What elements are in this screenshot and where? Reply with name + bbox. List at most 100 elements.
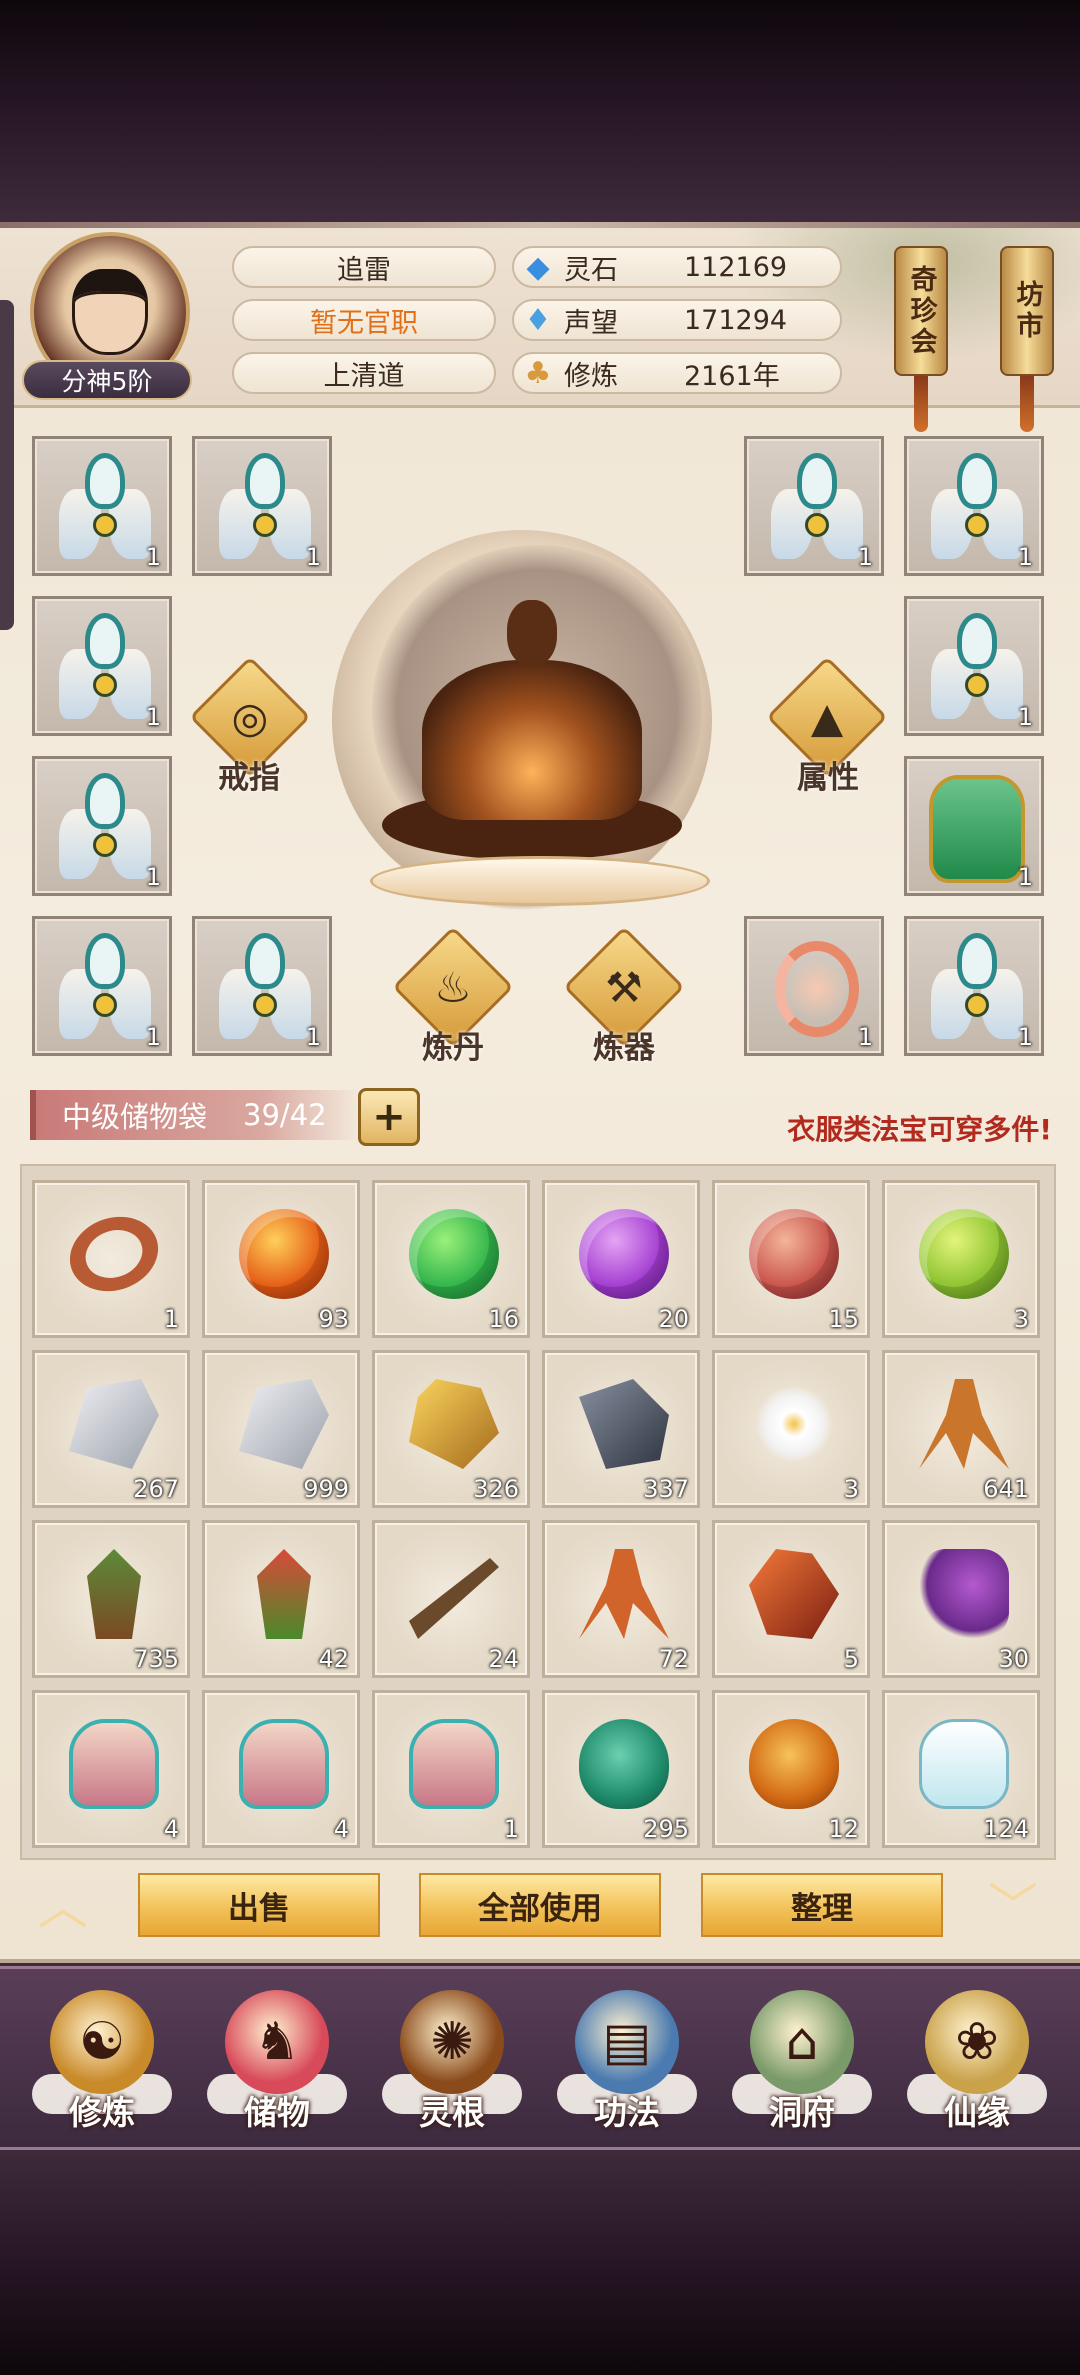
prestige-icon: ♦ — [524, 302, 552, 338]
robe-collar — [957, 453, 997, 509]
item-count: 295 — [643, 1815, 689, 1843]
slot-count: 1 — [145, 703, 161, 731]
inventory-item[interactable]: 93 — [202, 1180, 360, 1338]
nav-item[interactable]: ❀ 仙缘 — [897, 1990, 1057, 2140]
storage-icon: ♞ — [225, 1990, 329, 2094]
nav-item[interactable]: ♞ 储物 — [197, 1990, 357, 2140]
item-count: 3 — [843, 1475, 859, 1503]
ring-icon — [59, 1204, 169, 1304]
inventory-item[interactable]: 20 — [542, 1180, 700, 1338]
figure-body — [422, 660, 642, 820]
item-count: 641 — [983, 1475, 1029, 1503]
inventory-item[interactable]: 735 — [32, 1520, 190, 1678]
inventory-item[interactable]: 16 — [372, 1180, 530, 1338]
purple-orb-icon — [579, 1209, 669, 1299]
spirit-stone-icon: ◆ — [526, 249, 550, 285]
wood-orb-icon — [409, 1209, 499, 1299]
robe-belt — [93, 993, 117, 1017]
ginseng-icon — [919, 1379, 1009, 1469]
equipment-slot-armor[interactable]: 1 — [904, 756, 1044, 896]
sort-button[interactable]: 整理 — [701, 1873, 943, 1937]
inventory-item[interactable]: 3 — [712, 1350, 870, 1508]
equipment-slot-robe[interactable]: 1 — [904, 596, 1044, 736]
nav-item[interactable]: ▤ 功法 — [547, 1990, 707, 2140]
equipment-slot-robe[interactable]: 1 — [192, 916, 332, 1056]
equipment-slot-robe[interactable]: 1 — [32, 756, 172, 896]
slot-count: 1 — [857, 1023, 873, 1051]
spirit-root-icon: ✺ — [400, 1990, 504, 2094]
item-count: 72 — [658, 1645, 689, 1673]
inventory-item[interactable]: 326 — [372, 1350, 530, 1508]
alchemy-label: 炼丹 — [422, 1030, 484, 1066]
page-up-arrow-icon[interactable]: ︿ — [18, 1878, 108, 1936]
item-count: 5 — [843, 1645, 859, 1673]
cultivation-icon: ♣ — [524, 355, 552, 391]
item-count: 326 — [473, 1475, 519, 1503]
inventory-item[interactable]: 24 — [372, 1520, 530, 1678]
inventory-item[interactable]: 1 — [372, 1690, 530, 1848]
inventory-item[interactable]: 3 — [882, 1180, 1040, 1338]
expand-bag-button[interactable]: + — [358, 1088, 420, 1146]
robe-icon — [59, 613, 151, 723]
equipment-slot-robe[interactable]: 1 — [192, 436, 332, 576]
sect-name: 上清道 — [232, 352, 496, 394]
inventory-item[interactable]: 5 — [712, 1520, 870, 1678]
ring-label: 戒指 — [218, 760, 280, 796]
equipment-slot-dragon[interactable]: 1 — [744, 916, 884, 1056]
use-all-button[interactable]: 全部使用 — [419, 1873, 661, 1937]
nav-item[interactable]: ⌂ 洞府 — [722, 1990, 882, 2140]
robe-collar — [85, 933, 125, 989]
robe-icon — [931, 613, 1023, 723]
nav-label: 仙缘 — [944, 2093, 1010, 2132]
side-drawer-handle[interactable] — [0, 300, 14, 630]
nav-item[interactable]: ✺ 灵根 — [372, 1990, 532, 2140]
equipment-slot-robe[interactable]: 1 — [32, 436, 172, 576]
inventory-item[interactable]: 72 — [542, 1520, 700, 1678]
slot-count: 1 — [1017, 863, 1033, 891]
robe-collar — [245, 453, 285, 509]
inventory-item[interactable]: 1 — [32, 1180, 190, 1338]
inventory-item[interactable]: 999 — [202, 1350, 360, 1508]
equipment-slot-robe[interactable]: 1 — [904, 916, 1044, 1056]
inventory-item[interactable]: 4 — [32, 1690, 190, 1848]
equipment-slot-robe[interactable]: 1 — [32, 596, 172, 736]
forging-label: 炼器 — [593, 1030, 655, 1066]
nav-item[interactable]: ☯ 修炼 — [22, 1990, 182, 2140]
inventory-item[interactable]: 42 — [202, 1520, 360, 1678]
page-down-arrow-icon[interactable]: ﹀ — [968, 1878, 1058, 1936]
equipment-slot-robe[interactable]: 1 — [904, 436, 1044, 576]
inventory-item[interactable]: 295 — [542, 1690, 700, 1848]
treasure-bag-icon — [409, 1719, 499, 1809]
silver-ore-icon — [239, 1379, 329, 1469]
skill-book-icon: ▤ — [575, 1990, 679, 2094]
inventory-item[interactable]: 30 — [882, 1520, 1040, 1678]
prestige-value: 171294 — [684, 304, 788, 336]
storage-bag-capacity: 39/42 — [243, 1098, 327, 1132]
treasure-fair-button[interactable]: 奇珍会 — [894, 246, 948, 376]
inventory-item[interactable]: 4 — [202, 1690, 360, 1848]
fortune-icon: ❀ — [925, 1990, 1029, 2094]
slot-count: 1 — [305, 1023, 321, 1051]
inventory-item[interactable]: 337 — [542, 1350, 700, 1508]
inventory-item[interactable]: 267 — [32, 1350, 190, 1508]
cultivation-value: 2161年 — [684, 360, 780, 392]
iron-ore-icon — [579, 1379, 669, 1469]
market-button[interactable]: 坊市 — [1000, 246, 1054, 376]
silver-ore-icon — [69, 1379, 159, 1469]
item-count: 16 — [488, 1305, 519, 1333]
inventory-item[interactable]: 641 — [882, 1350, 1040, 1508]
slot-count: 1 — [145, 863, 161, 891]
robe-icon — [931, 933, 1023, 1043]
sell-button[interactable]: 出售 — [138, 1873, 380, 1937]
inventory-item[interactable]: 124 — [882, 1690, 1040, 1848]
inventory-item[interactable]: 12 — [712, 1690, 870, 1848]
attributes-label: 属性 — [797, 760, 859, 796]
robe-collar — [957, 613, 997, 669]
equipment-slot-robe[interactable]: 1 — [32, 916, 172, 1056]
inventory-item[interactable]: 15 — [712, 1180, 870, 1338]
equipment-slot-robe[interactable]: 1 — [744, 436, 884, 576]
slot-count: 1 — [1017, 543, 1033, 571]
jade-armor-icon — [929, 775, 1025, 883]
nav-label: 洞府 — [769, 2093, 835, 2132]
cultivate-icon: ☯ — [50, 1990, 154, 2094]
